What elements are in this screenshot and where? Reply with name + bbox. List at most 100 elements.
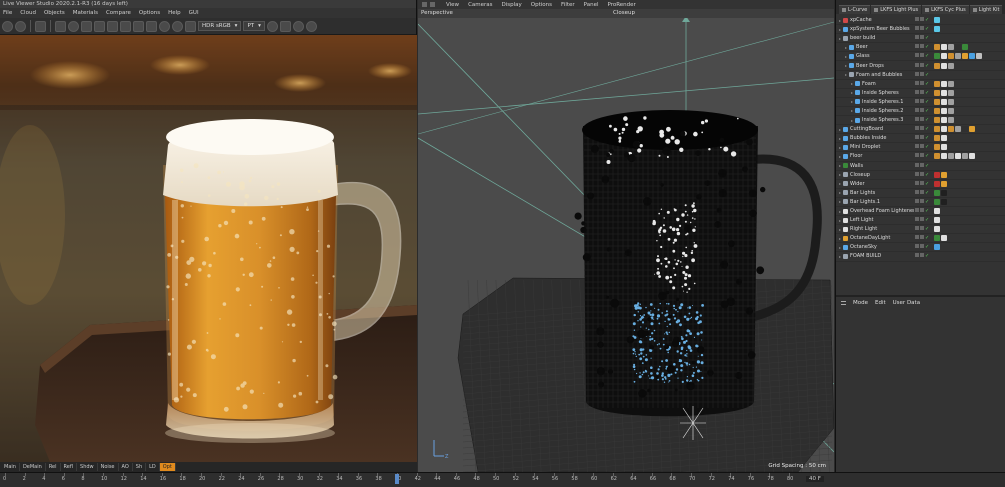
tag-icon[interactable] [969,53,975,60]
object-row[interactable]: ▸ Inside Spheres ✓ [836,89,1005,98]
expand-icon[interactable]: ▸ [851,108,853,113]
tag-icon[interactable] [934,53,940,60]
menu-item-file[interactable]: File [3,10,12,16]
save-icon[interactable] [81,20,92,32]
status-tab-ao[interactable]: AO [119,463,133,471]
refresh-icon[interactable] [15,20,26,32]
expand-icon[interactable]: ▸ [839,218,841,223]
info-icon[interactable] [305,20,317,32]
attr-menu-user-data[interactable]: User Data [893,300,920,306]
visibility-dot-icon[interactable] [920,89,924,94]
enabled-check-icon[interactable]: ✓ [925,253,929,259]
tag-icon[interactable] [969,126,975,133]
tag-icon[interactable] [941,153,947,160]
expand-icon[interactable]: ▸ [839,181,841,186]
visibility-dot-icon[interactable] [920,208,924,213]
visibility-dot-icon[interactable] [915,217,919,222]
visibility-dot-icon[interactable] [915,26,919,31]
film-icon[interactable] [292,20,304,32]
tag-icon[interactable] [934,226,940,233]
status-tab-opt[interactable]: Opt [159,463,176,471]
viewport-menu-display[interactable]: Display [502,2,522,8]
tag-icon[interactable] [934,144,940,151]
viewport-menu-panel[interactable]: Panel [584,2,599,8]
om-tab[interactable]: Light Kit [969,5,1003,14]
expand-icon[interactable]: ▸ [839,127,841,132]
visibility-dot-icon[interactable] [920,180,924,185]
viewport-canvas[interactable]: Z Grid Spacing : 50 cm [418,18,834,472]
tag-icon[interactable] [934,189,940,196]
expand-icon[interactable]: ▸ [839,190,841,195]
menu-item-gui[interactable]: GUI [189,10,199,16]
pause-icon[interactable] [35,20,46,32]
viewport-camera-label[interactable]: Closeup [613,9,635,18]
visibility-dot-icon[interactable] [920,26,924,31]
tag-icon[interactable] [934,80,940,87]
expand-icon[interactable]: ▸ [839,254,841,259]
visibility-dot-icon[interactable] [920,62,924,67]
visibility-dot-icon[interactable] [915,153,919,158]
tag-icon[interactable] [934,89,940,96]
menu-item-cloud[interactable]: Cloud [20,10,36,16]
timeline[interactable]: 40 F 0 2 4 6 8 10 12 14 16 18 20 22 24 26 28 30 32 34 36 38… [0,472,1005,487]
visibility-dot-icon[interactable] [920,153,924,158]
tag-icon[interactable] [934,208,940,215]
visibility-dot-icon[interactable] [915,80,919,85]
tag-icon[interactable] [941,80,947,87]
object-row[interactable]: ▸ Beer ✓ [836,43,1005,53]
enabled-check-icon[interactable]: ✓ [925,163,929,169]
tag-icon[interactable] [934,180,940,187]
visibility-dot-icon[interactable] [920,226,924,231]
tag-icon[interactable] [934,135,940,142]
color-space-select[interactable]: HDR sRGB ▾ [198,21,242,31]
region-icon[interactable] [107,20,118,32]
tag-icon[interactable] [941,189,947,196]
expand-icon[interactable]: ▸ [839,209,841,214]
expand-icon[interactable]: ▸ [845,63,847,68]
attr-menu-mode[interactable]: Mode [853,300,868,306]
visibility-dot-icon[interactable] [915,71,919,76]
visibility-dot-icon[interactable] [915,44,919,49]
tag-icon[interactable] [941,62,947,69]
menu-icon[interactable] [841,300,846,305]
expand-icon[interactable]: ▸ [839,245,841,250]
tag-icon[interactable] [934,217,940,224]
tag-icon[interactable] [941,44,947,51]
camera-icon[interactable] [279,20,291,32]
object-row[interactable]: ▸ Bar Lights.1 ✓ [836,198,1005,207]
enabled-check-icon[interactable]: ✓ [925,181,929,187]
menu-item-help[interactable]: Help [168,10,181,16]
enabled-check-icon[interactable]: ✓ [925,153,929,159]
tag-icon[interactable] [948,80,954,87]
visibility-dot-icon[interactable] [920,71,924,76]
end-frame-field[interactable]: 40 F [806,476,824,482]
enabled-check-icon[interactable]: ✓ [925,72,929,78]
tag-icon[interactable] [941,53,947,60]
visibility-dot-icon[interactable] [915,171,919,176]
tag-icon[interactable] [934,126,940,133]
visibility-dot-icon[interactable] [915,53,919,58]
tag-icon[interactable] [955,153,961,160]
enabled-check-icon[interactable]: ✓ [925,226,929,232]
kernel-select[interactable]: PT ▾ [243,21,265,31]
tag-icon[interactable] [941,235,947,242]
visibility-dot-icon[interactable] [915,98,919,103]
tag-icon[interactable] [934,235,940,242]
enabled-check-icon[interactable]: ✓ [925,117,929,123]
visibility-dot-icon[interactable] [915,126,919,131]
tag-icon[interactable] [948,53,954,60]
tag-icon[interactable] [934,26,940,33]
object-row[interactable]: ▸ Inside Spheres.3 ✓ [836,116,1005,126]
tag-icon[interactable] [962,53,968,60]
visibility-dot-icon[interactable] [915,62,919,67]
visibility-dot-icon[interactable] [920,198,924,203]
object-row[interactable]: ▸ OctaneDayLight ✓ [836,234,1005,244]
object-row[interactable]: ▸ CuttingBoard ✓ [836,125,1005,135]
enabled-check-icon[interactable]: ✓ [925,135,929,141]
pick-icon[interactable] [120,20,131,32]
expand-icon[interactable]: ▸ [839,172,841,177]
tag-icon[interactable] [941,180,947,187]
enabled-check-icon[interactable]: ✓ [925,44,929,50]
visibility-dot-icon[interactable] [920,189,924,194]
object-row[interactable]: ▸ Left Light ✓ [836,216,1005,226]
